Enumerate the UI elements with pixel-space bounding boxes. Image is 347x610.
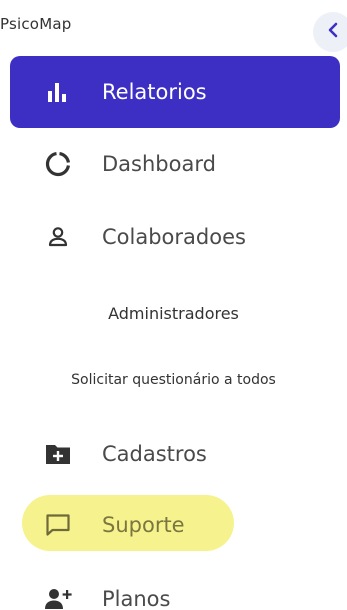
sidebar: PsicoMap Relatorios Dashboard Colaborado…	[0, 0, 347, 610]
nav-item-cadastros[interactable]: Cadastros	[10, 418, 340, 490]
bar-chart-icon	[44, 78, 72, 106]
nav-item-planos[interactable]: Planos	[10, 563, 340, 610]
nav-item-label: Planos	[102, 587, 171, 610]
nav-item-relatorios[interactable]: Relatorios	[10, 56, 340, 128]
nav-item-label: Relatorios	[102, 80, 207, 104]
nav-item-label: Dashboard	[102, 152, 216, 176]
user-icon	[44, 223, 72, 251]
folder-plus-icon	[44, 440, 72, 468]
nav-item-dashboard[interactable]: Dashboard	[10, 128, 340, 200]
chat-icon	[44, 511, 72, 539]
chevron-left-icon	[326, 22, 340, 42]
nav-item-colaboradores[interactable]: Colaboradoes	[10, 201, 340, 273]
nav-item-solicitar-questionario[interactable]: Solicitar questionário a todos	[0, 372, 347, 388]
nav-item-suporte[interactable]: Suporte	[10, 489, 340, 561]
nav-item-label: Colaboradoes	[102, 225, 246, 249]
brand-name: PsicoMap	[0, 15, 72, 33]
user-add-icon	[44, 585, 72, 610]
nav-item-administradores[interactable]: Administradores	[0, 304, 347, 323]
collapse-sidebar-button[interactable]	[313, 12, 347, 52]
donut-icon	[44, 150, 72, 178]
nav-item-label: Cadastros	[102, 442, 207, 466]
nav-item-label: Suporte	[102, 513, 185, 537]
